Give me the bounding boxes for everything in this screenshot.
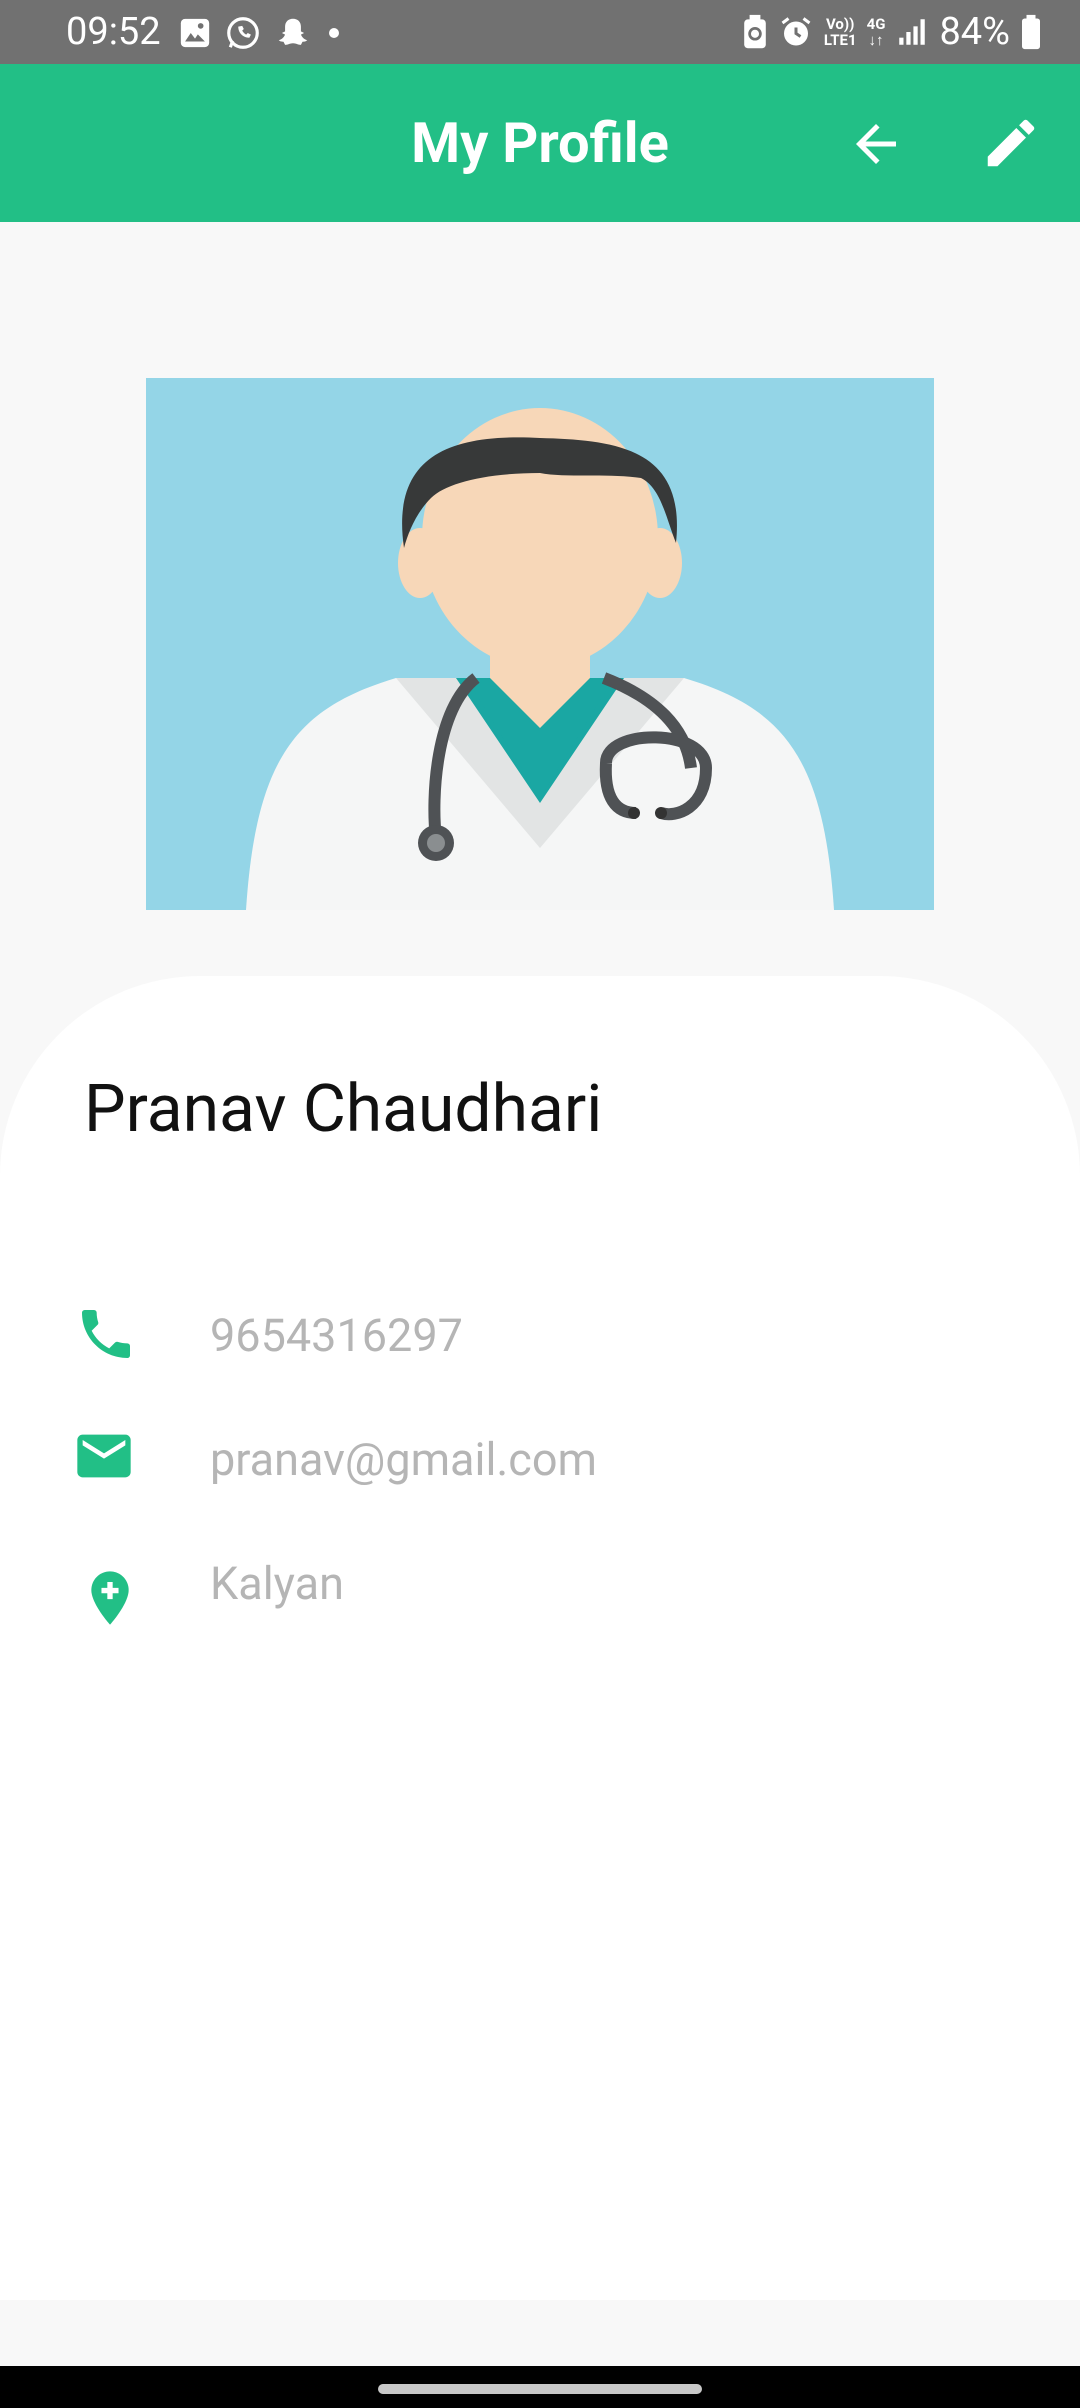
data-arrows-icon: ↓↑	[868, 31, 884, 49]
network-type-text: 4G	[866, 15, 886, 33]
battery-saver-icon	[744, 14, 766, 49]
snapchat-icon	[278, 18, 308, 45]
email-icon	[77, 1434, 131, 1478]
email-address: pranav@gmail.com	[210, 1433, 597, 1486]
battery-icon	[1022, 14, 1040, 50]
status-time: 09:52	[66, 10, 161, 54]
volte-top-text: Vo))	[825, 15, 855, 33]
phone-number: 9654316297	[210, 1309, 463, 1362]
profile-card	[0, 976, 1080, 2300]
network-type-indicator: 4G ↓↑	[867, 16, 886, 48]
location-row[interactable]: Kalyan	[0, 1538, 1080, 1628]
app-bar: My Profile	[0, 64, 1080, 222]
page-title: My Profile	[411, 110, 669, 176]
edit-pencil-icon	[987, 119, 1035, 167]
phone-row[interactable]: 9654316297	[0, 1290, 1080, 1380]
email-row[interactable]: pranav@gmail.com	[0, 1414, 1080, 1504]
profile-avatar	[146, 378, 934, 910]
profile-name: Pranav Chaudhari	[84, 1071, 603, 1148]
battery-percent: 84%	[939, 10, 1010, 54]
gallery-icon	[180, 18, 210, 48]
edit-profile-button[interactable]	[980, 112, 1042, 174]
volte-bottom-text: LTE1	[823, 31, 857, 49]
notification-icons	[178, 14, 344, 52]
phone-icon	[82, 1310, 130, 1358]
alarm-icon	[781, 17, 811, 46]
status-bar: 09:52 Vo)) LTE1 4G ↓↑ 84%	[0, 0, 1080, 64]
doctor-avatar-icon	[146, 378, 934, 910]
signal-icon	[899, 19, 926, 45]
back-arrow-icon	[856, 124, 896, 164]
status-right: Vo)) LTE1 4G ↓↑ 84%	[742, 8, 1042, 56]
add-location-icon	[91, 1571, 129, 1625]
whatsapp-icon	[227, 17, 259, 49]
dot-icon	[329, 28, 339, 38]
back-button[interactable]	[846, 114, 906, 174]
volte-indicator: Vo)) LTE1	[824, 16, 857, 48]
home-gesture-handle[interactable]	[378, 2384, 702, 2394]
location-text: Kalyan	[210, 1557, 344, 1610]
system-nav-bar	[0, 2366, 1080, 2408]
